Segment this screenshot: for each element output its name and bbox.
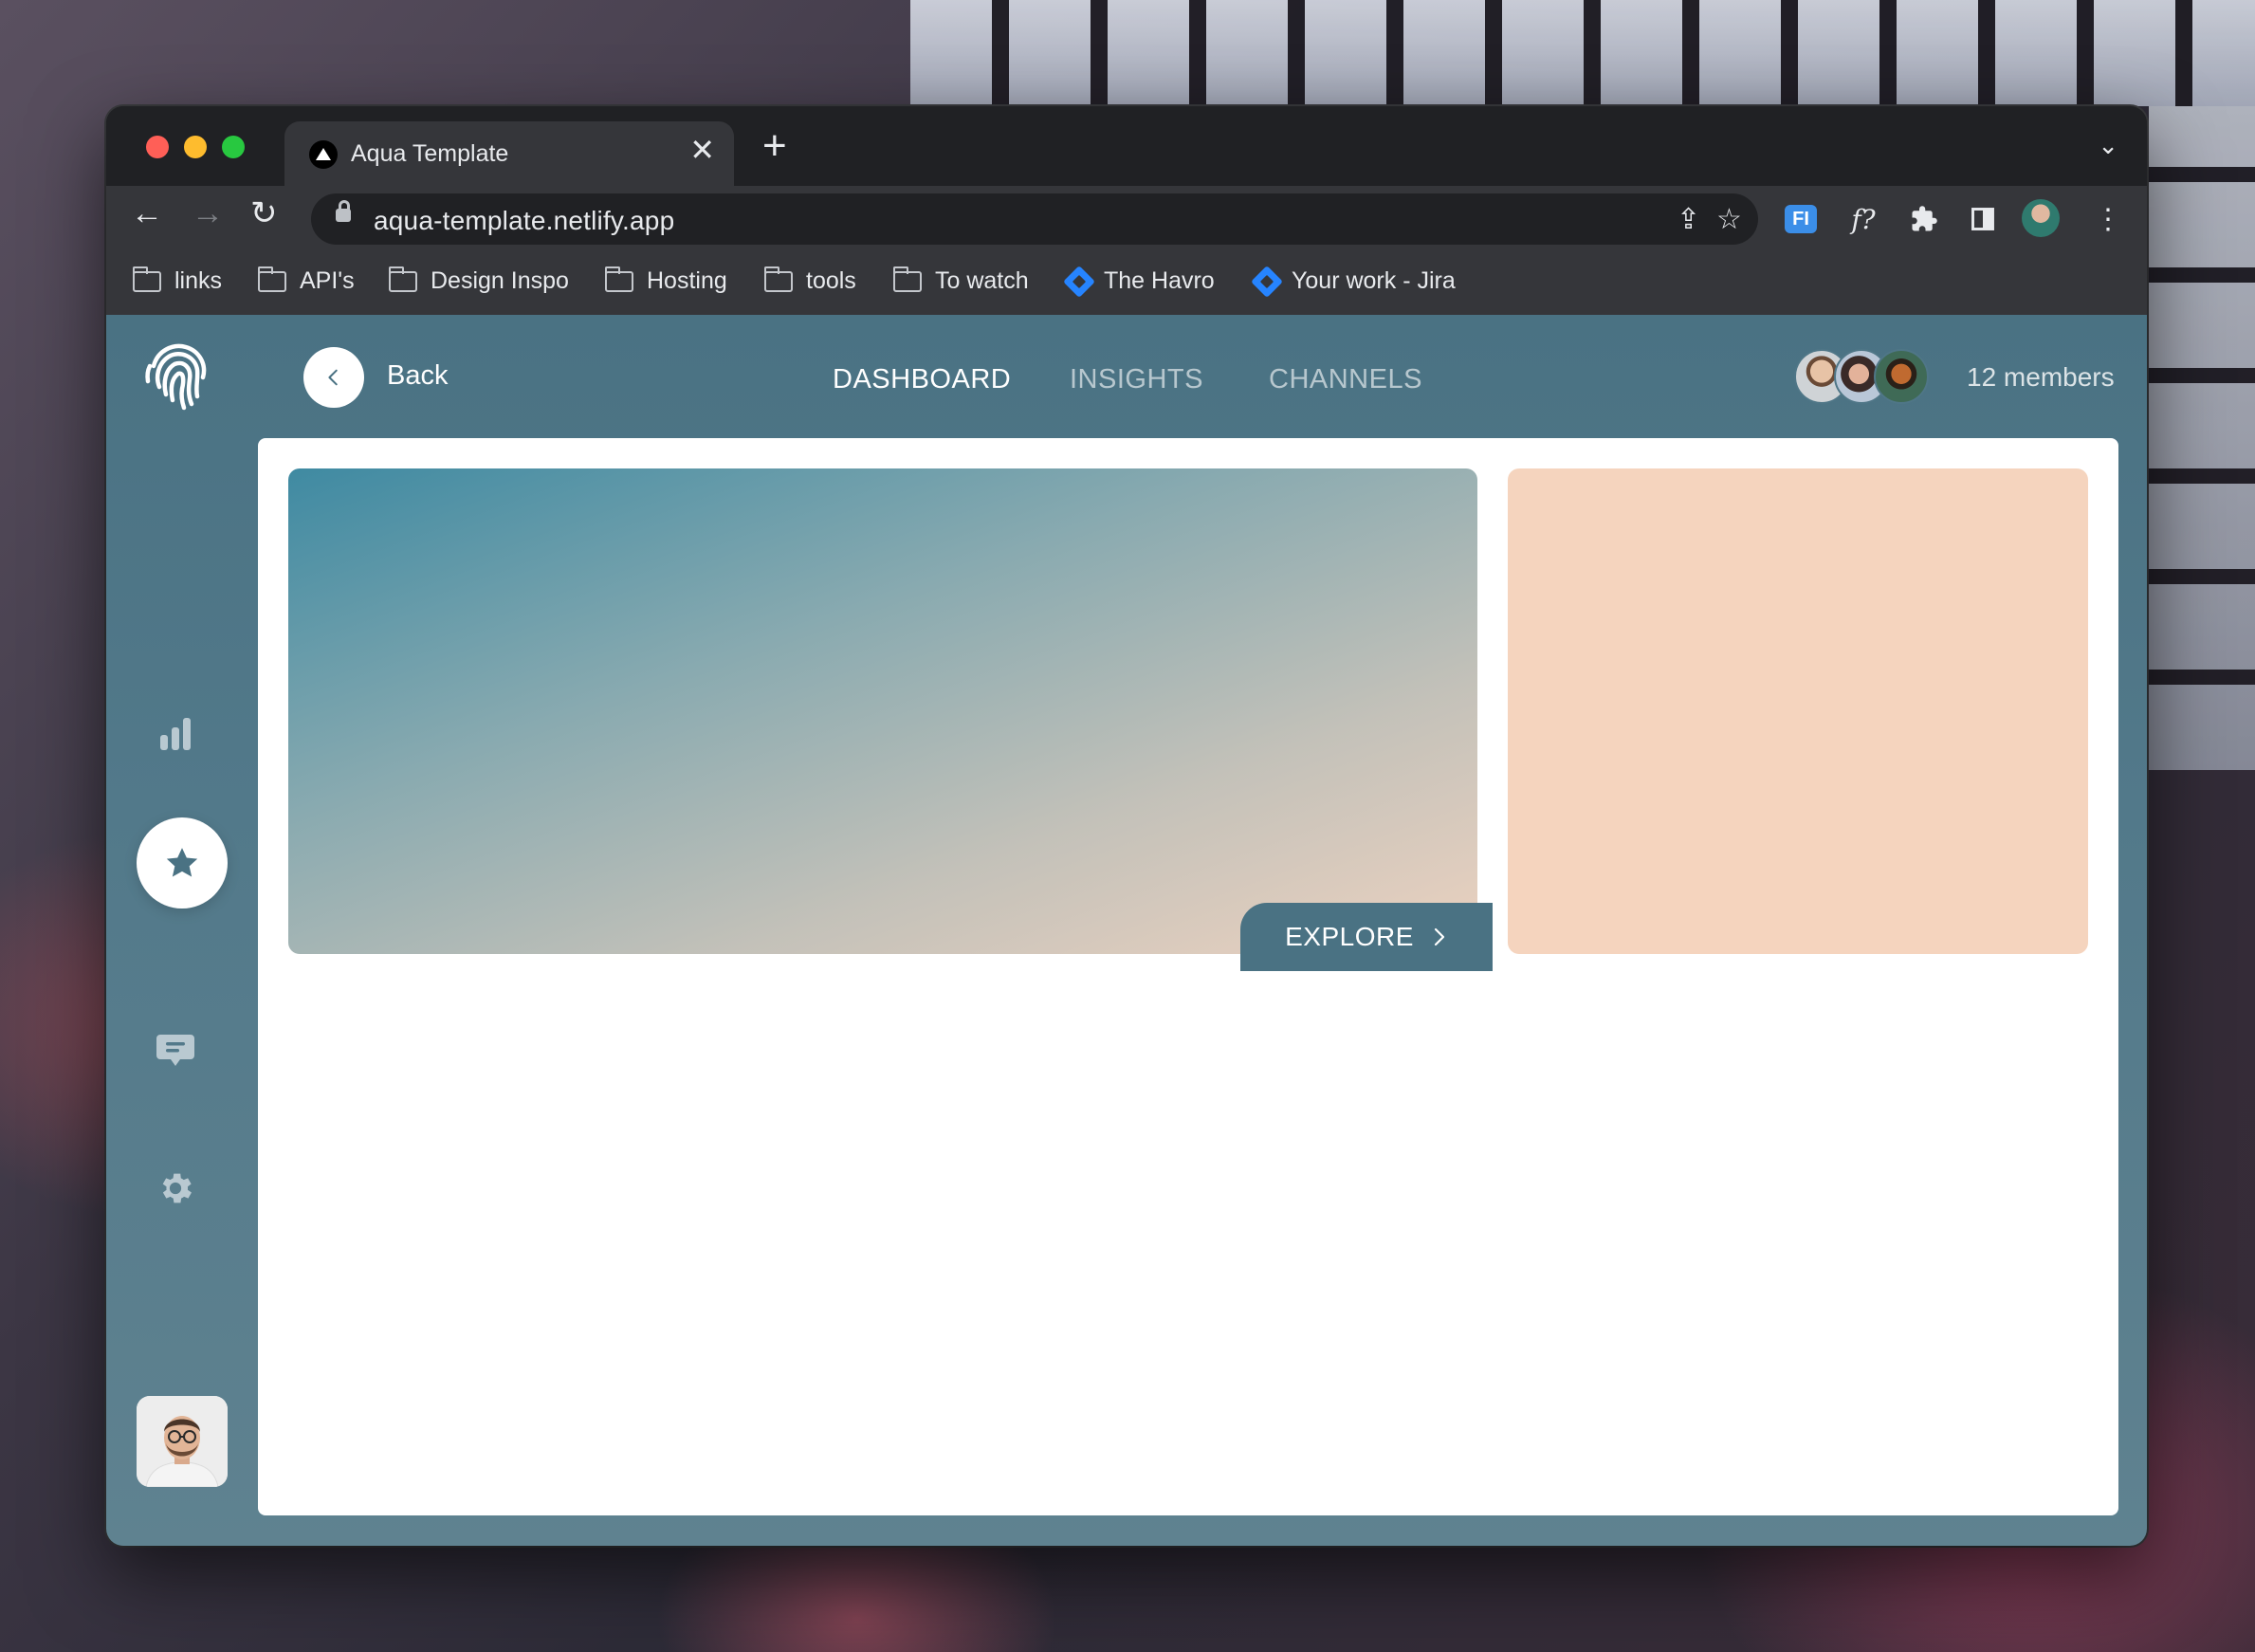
gear-icon[interactable] xyxy=(146,1159,205,1218)
tab-insights[interactable]: INSIGHTS xyxy=(1070,364,1203,395)
folder-icon xyxy=(257,266,286,292)
bookmark-label: tools xyxy=(806,267,856,294)
bookmark-hosting[interactable]: Hosting xyxy=(604,266,727,295)
bar-chart-icon[interactable] xyxy=(146,704,205,762)
tab-title: Aqua Template xyxy=(351,140,509,167)
address-bar[interactable]: aqua-template.netlify.app ⇪ ☆ xyxy=(311,193,1758,245)
bookmark-label: Your work - Jira xyxy=(1292,267,1456,294)
members-count[interactable]: 12 members xyxy=(1967,362,2115,393)
star-icon xyxy=(166,848,198,877)
side-panel-icon[interactable] xyxy=(1967,203,1999,235)
side-card xyxy=(1508,468,2088,954)
new-tab-icon[interactable]: + xyxy=(762,125,787,167)
fingerprint-icon[interactable] xyxy=(140,338,216,413)
back-button[interactable] xyxy=(303,347,364,408)
member-avatars[interactable] xyxy=(1794,349,1936,406)
netlify-favicon-icon xyxy=(309,140,338,169)
browser-tab[interactable]: Aqua Template ✕ xyxy=(284,121,734,186)
background-window-decoration xyxy=(910,0,2255,106)
explore-button[interactable]: EXPLORE xyxy=(1240,903,1493,971)
font-extension-icon[interactable]: f? xyxy=(1847,203,1879,235)
tab-dashboard[interactable]: DASHBOARD xyxy=(833,364,1011,395)
bookmark-label: Hosting xyxy=(647,267,727,294)
bookmarks-bar: links API's Design Inspo Hosting tools T… xyxy=(106,250,2147,316)
bookmark-label: To watch xyxy=(935,267,1029,294)
minimize-window-button[interactable] xyxy=(184,136,207,158)
extensions-puzzle-icon[interactable] xyxy=(1908,203,1940,235)
hero-card xyxy=(288,468,1477,954)
chevron-right-icon xyxy=(1434,927,1444,946)
url-text[interactable]: aqua-template.netlify.app xyxy=(374,206,674,236)
bookmark-apis[interactable]: API's xyxy=(257,266,355,295)
share-icon[interactable]: ⇪ xyxy=(1677,203,1700,236)
bookmark-label: The Havro xyxy=(1104,267,1215,294)
back-label[interactable]: Back xyxy=(387,360,448,392)
bookmark-label: Design Inspo xyxy=(431,267,569,294)
tab-channels[interactable]: CHANNELS xyxy=(1269,364,1422,395)
bookmark-star-icon[interactable]: ☆ xyxy=(1716,203,1742,236)
maximize-window-button[interactable] xyxy=(222,136,245,158)
folder-icon xyxy=(132,266,161,292)
profile-avatar-icon[interactable] xyxy=(2022,199,2060,237)
more-vertical-icon[interactable]: ⋮ xyxy=(2092,203,2124,235)
tab-close-icon[interactable]: ✕ xyxy=(689,135,715,165)
background-window-decoration-right xyxy=(2149,106,2255,770)
tab-search-chevron-icon[interactable]: ⌄ xyxy=(2098,131,2118,160)
folder-icon xyxy=(388,266,417,292)
jira-icon xyxy=(1251,265,1283,298)
fi-extension-icon[interactable]: FI xyxy=(1785,205,1817,233)
favorites-button[interactable] xyxy=(137,817,228,909)
folder-icon xyxy=(892,266,922,292)
bookmark-design-inspo[interactable]: Design Inspo xyxy=(388,266,569,295)
jira-icon xyxy=(1063,265,1095,298)
explore-label: EXPLORE xyxy=(1285,922,1414,951)
back-arrow-icon[interactable]: ← xyxy=(131,197,163,229)
bookmark-to-watch[interactable]: To watch xyxy=(892,266,1029,295)
browser-toolbar: ← → ↻ aqua-template.netlify.app ⇪ ☆ FI f… xyxy=(106,186,2147,250)
main-content-panel: EXPLORE xyxy=(258,438,2118,1515)
avatar xyxy=(1874,349,1929,404)
reload-icon[interactable]: ↻ xyxy=(250,197,278,229)
app-viewport: Back DASHBOARD INSIGHTS CHANNELS 12 memb… xyxy=(106,315,2147,1546)
close-window-button[interactable] xyxy=(146,136,169,158)
browser-window: Aqua Template ✕ + ⌄ ← → ↻ aqua-template.… xyxy=(106,106,2147,1546)
bookmark-your-work-jira[interactable]: Your work - Jira xyxy=(1251,265,1456,298)
forward-arrow-icon[interactable]: → xyxy=(192,197,224,229)
bookmark-label: links xyxy=(174,267,223,294)
folder-icon xyxy=(604,266,633,292)
bookmark-the-havro[interactable]: The Havro xyxy=(1063,265,1215,298)
chevron-left-icon xyxy=(328,369,338,386)
bookmark-label: API's xyxy=(300,267,355,294)
tab-strip: Aqua Template ✕ + ⌄ xyxy=(106,106,2147,186)
lock-icon[interactable] xyxy=(336,200,351,222)
bookmark-links[interactable]: links xyxy=(132,266,223,295)
chat-icon[interactable] xyxy=(146,1020,205,1079)
bookmark-tools[interactable]: tools xyxy=(763,266,856,295)
user-avatar[interactable] xyxy=(137,1396,228,1487)
folder-icon xyxy=(763,266,793,292)
